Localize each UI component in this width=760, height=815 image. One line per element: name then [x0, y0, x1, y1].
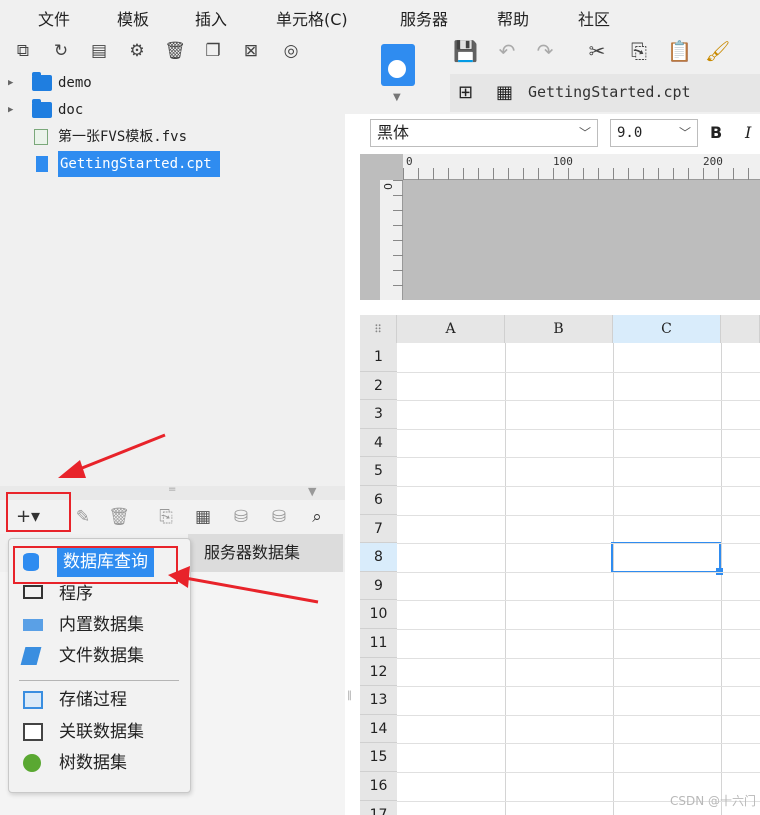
annotation-arrows — [58, 433, 319, 604]
